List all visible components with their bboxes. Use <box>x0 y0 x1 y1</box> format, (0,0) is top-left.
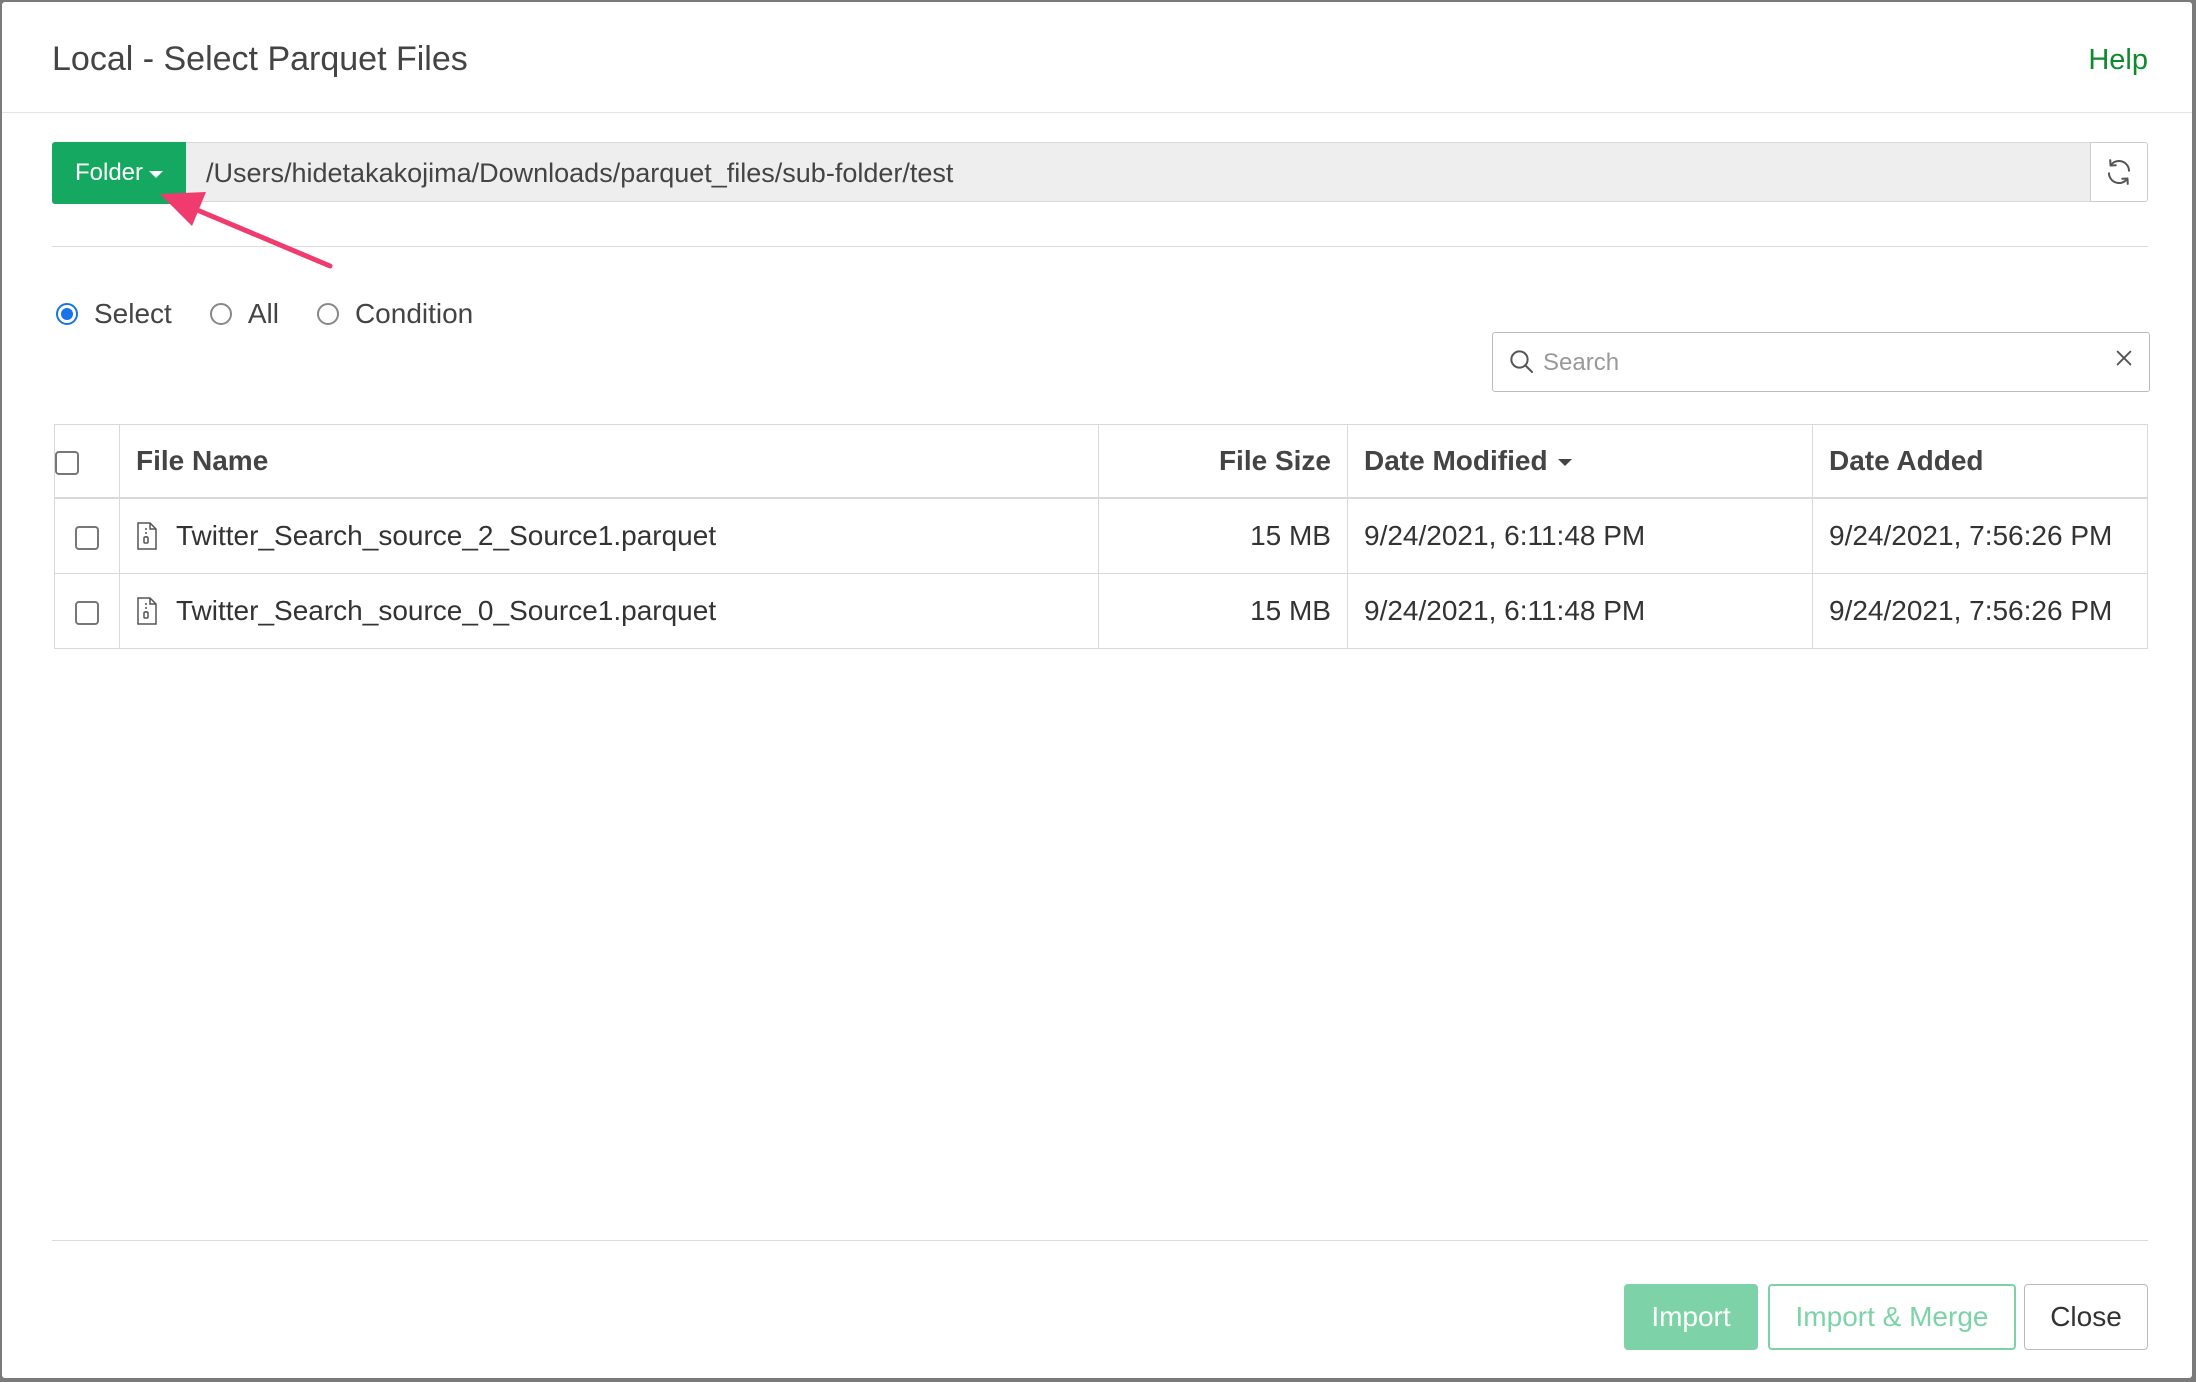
radio-button[interactable] <box>209 303 232 325</box>
dialog-header: Local - Select Parquet Files Help <box>2 2 2192 113</box>
table-header-row: File Name File Size Date Modified Date A… <box>54 424 2148 499</box>
search-box <box>1492 332 2150 392</box>
radio-label: All <box>247 298 279 329</box>
path-bar: Folder /Users/hidetakakojima/Downloads/p… <box>52 142 2148 204</box>
date-added-cell: 9/24/2021, 7:56:26 PM <box>1812 573 2148 649</box>
radio-button[interactable] <box>316 303 339 325</box>
sort-desc-icon <box>1557 459 1572 467</box>
folder-path-field[interactable]: /Users/hidetakakojima/Downloads/parquet_… <box>186 142 2140 202</box>
column-header-date-modified[interactable]: Date Modified <box>1347 424 1813 499</box>
row-checkbox[interactable] <box>75 525 99 550</box>
dialog-title: Local - Select Parquet Files <box>52 40 468 78</box>
table-row[interactable]: Twitter_Search_source_2_Source1.parquet … <box>54 497 2148 574</box>
radio-select[interactable]: Select <box>56 298 172 330</box>
file-size-cell: 15 MB <box>1098 497 1348 574</box>
import-button[interactable]: Import <box>1624 1284 1758 1350</box>
footer-divider <box>52 1240 2148 1241</box>
refresh-button[interactable] <box>2090 142 2148 202</box>
select-parquet-files-dialog: Local - Select Parquet Files Help Folder… <box>2 2 2192 1378</box>
column-header-date-added[interactable]: Date Added <box>1812 424 2148 499</box>
radio-all[interactable]: All <box>209 298 279 330</box>
row-checkbox[interactable] <box>75 600 99 625</box>
import-merge-button[interactable]: Import & Merge <box>1768 1284 2016 1350</box>
search-input[interactable] <box>1541 345 2065 381</box>
column-header-file-name[interactable]: File Name <box>119 424 1099 499</box>
date-modified-cell: 9/24/2021, 6:11:48 PM <box>1347 573 1813 649</box>
column-header-file-size[interactable]: File Size <box>1098 424 1348 499</box>
radio-button[interactable] <box>56 303 78 325</box>
select-all-cell <box>54 424 120 499</box>
refresh-icon <box>2108 159 2130 185</box>
radio-condition[interactable]: Condition <box>316 298 474 330</box>
folder-button-label: Folder <box>74 159 144 186</box>
file-size-cell: 15 MB <box>1098 573 1348 649</box>
file-name-cell: Twitter_Search_source_0_Source1.parquet <box>119 573 1099 649</box>
caret-down-icon <box>149 171 164 178</box>
select-all-checkbox[interactable] <box>55 450 79 475</box>
folder-dropdown-button[interactable]: Folder <box>52 142 186 204</box>
table-row[interactable]: Twitter_Search_source_0_Source1.parquet … <box>54 573 2148 649</box>
radio-label: Select <box>94 298 172 329</box>
search-icon <box>1510 350 1533 373</box>
close-button[interactable]: Close <box>2024 1284 2148 1350</box>
row-checkbox-cell <box>54 573 120 649</box>
file-icon <box>137 522 157 550</box>
file-name: Twitter_Search_source_0_Source1.parquet <box>176 595 717 626</box>
divider <box>52 246 2148 247</box>
radio-label: Condition <box>354 298 474 329</box>
clear-icon[interactable] <box>2113 347 2135 369</box>
date-modified-cell: 9/24/2021, 6:11:48 PM <box>1347 497 1813 574</box>
row-checkbox-cell <box>54 497 120 574</box>
help-link[interactable]: Help <box>2088 44 2148 77</box>
file-name-cell: Twitter_Search_source_2_Source1.parquet <box>119 497 1099 574</box>
date-added-cell: 9/24/2021, 7:56:26 PM <box>1812 497 2148 574</box>
column-header-label: Date Modified <box>1364 445 1548 476</box>
file-table: File Name File Size Date Modified Date A… <box>54 424 2148 649</box>
file-name: Twitter_Search_source_2_Source1.parquet <box>176 520 717 551</box>
file-icon <box>137 597 157 625</box>
selection-mode-group: Select All Condition <box>56 298 511 330</box>
